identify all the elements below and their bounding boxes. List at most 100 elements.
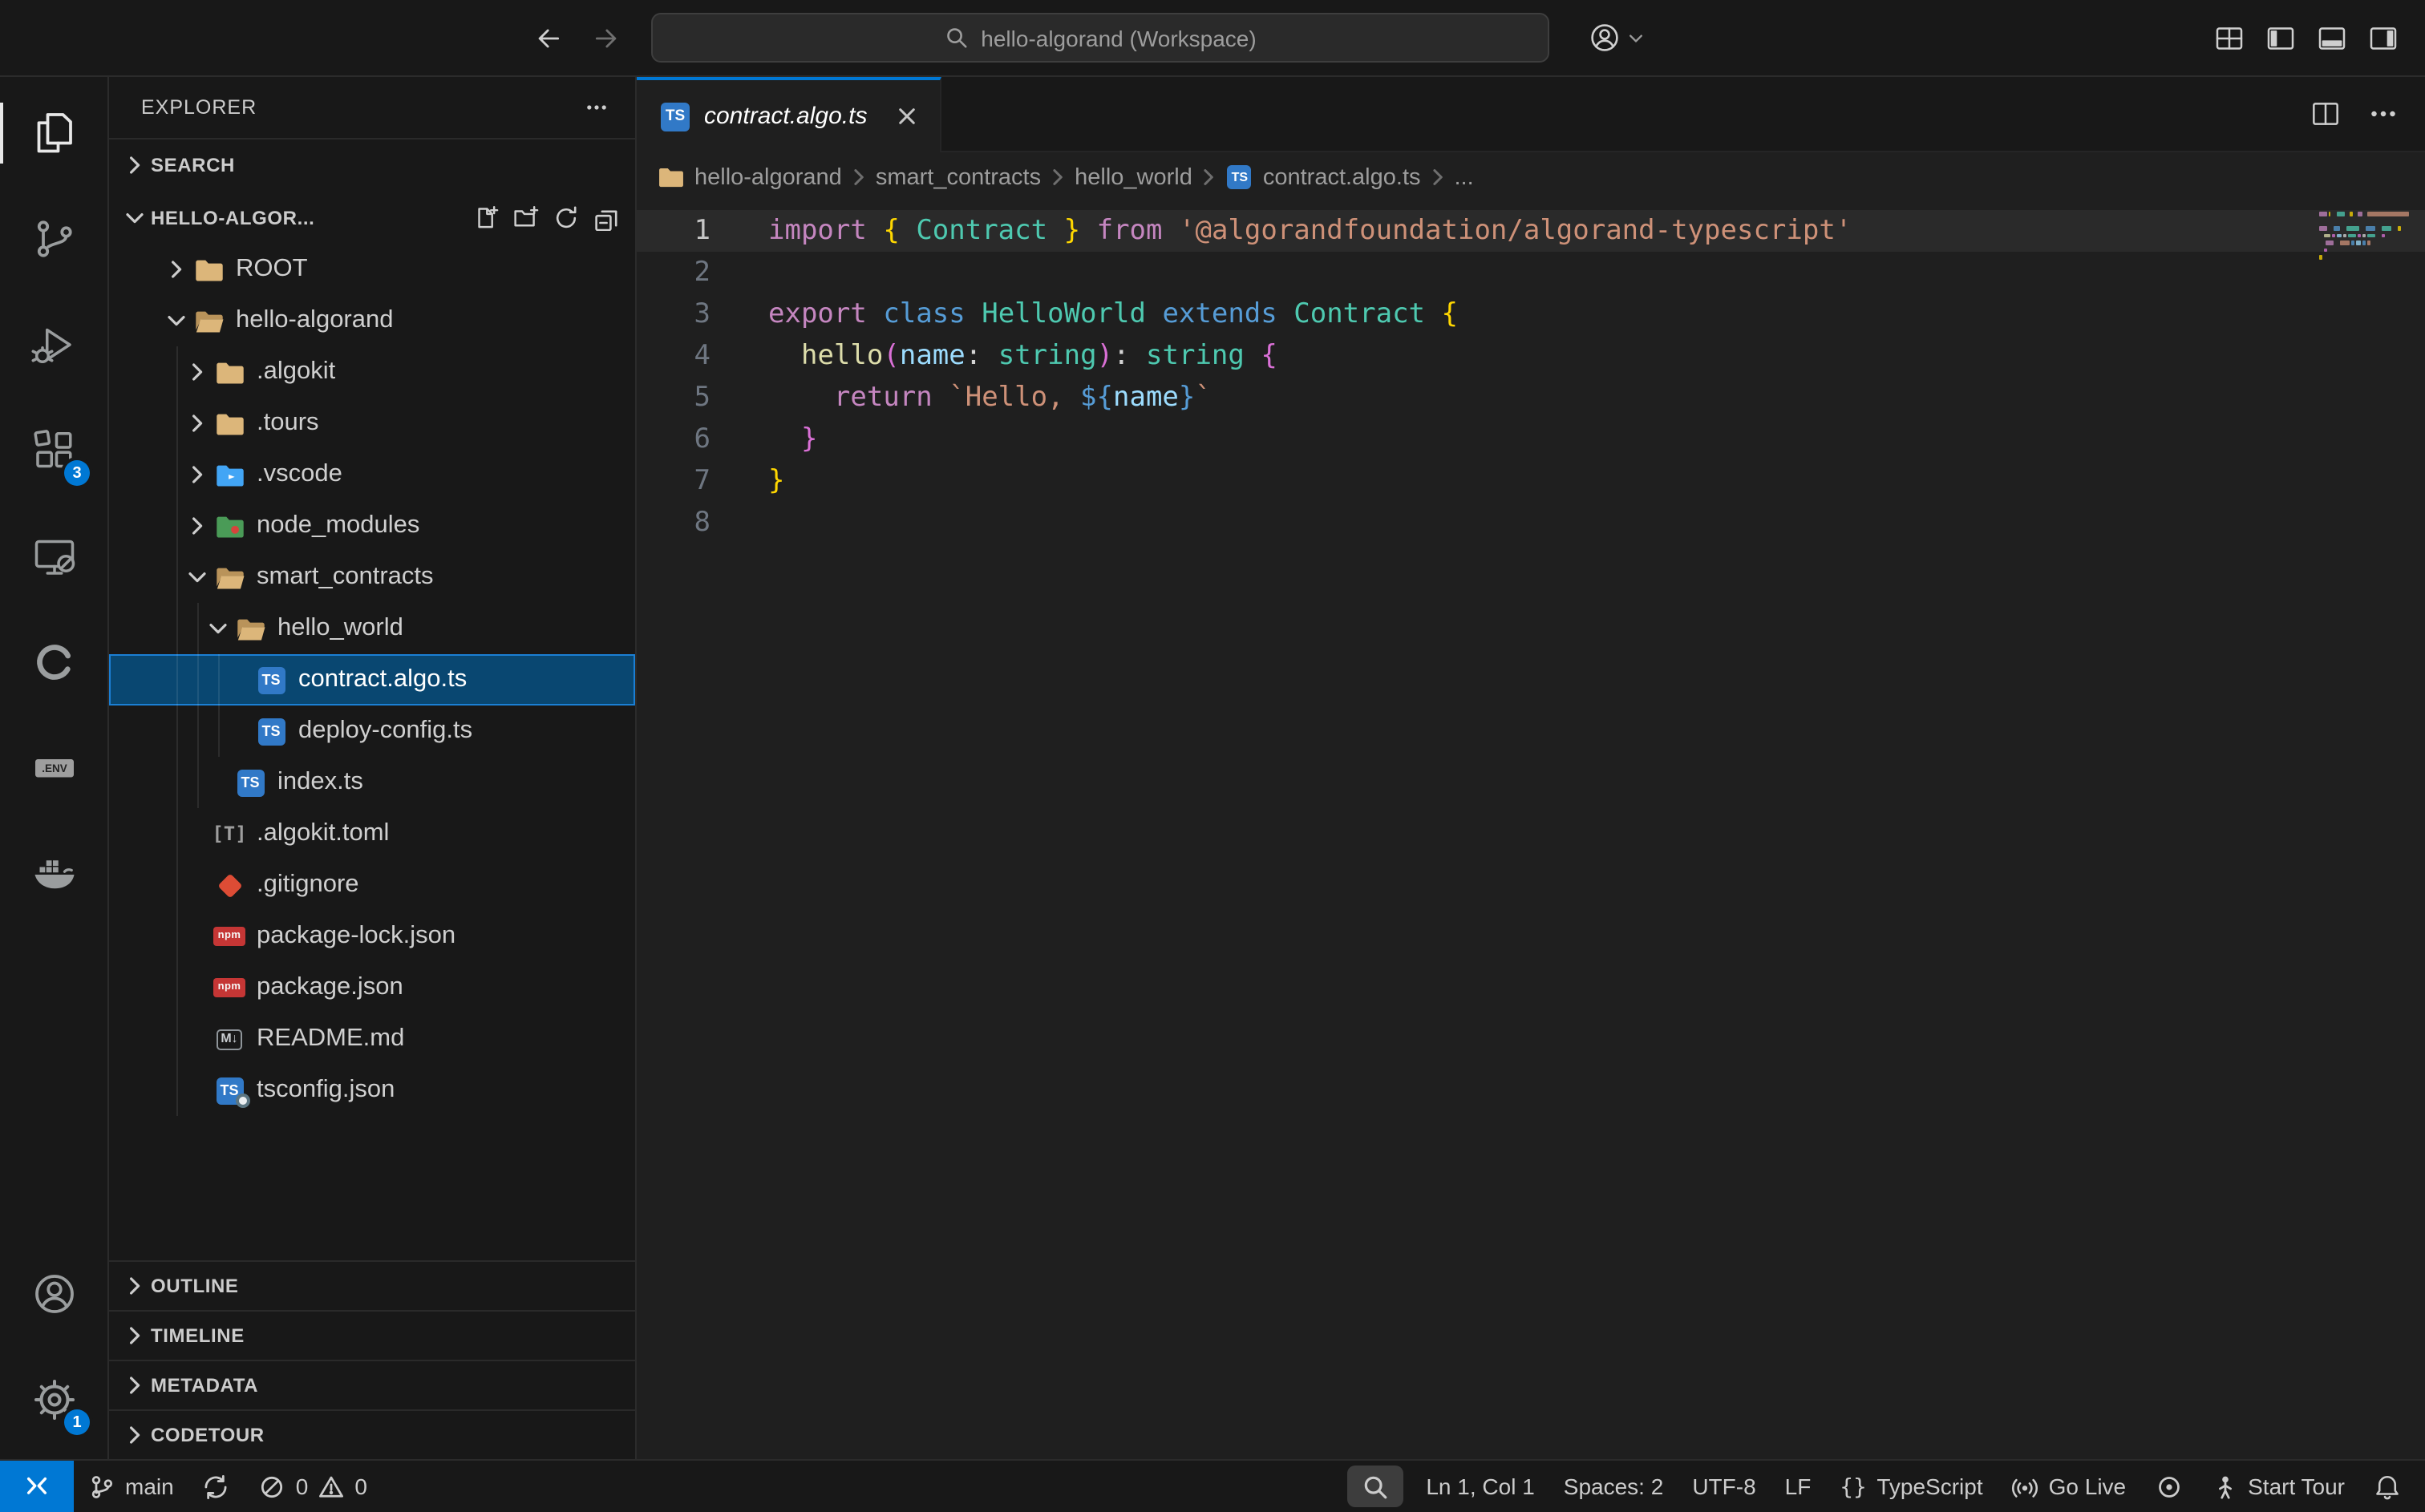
code-editor[interactable]: 1import { Contract } from '@algorandfoun… [637, 202, 2425, 1459]
tree-item[interactable]: .tours [109, 398, 635, 449]
code-token: : [966, 340, 998, 372]
section-metadata[interactable]: METADATA [109, 1360, 635, 1409]
code-line[interactable]: 1import { Contract } from '@algorandfoun… [637, 210, 2425, 252]
history-forward-button[interactable] [577, 12, 635, 63]
toggle-sidebar-icon[interactable] [2265, 22, 2297, 54]
code-text [710, 252, 768, 293]
chevron-spacer [184, 821, 210, 847]
badge: 1 [64, 1409, 90, 1435]
tree-item[interactable]: TStsconfig.json [109, 1065, 635, 1116]
command-center-search[interactable]: hello-algorand (Workspace) [651, 13, 1549, 63]
history-back-button[interactable] [520, 12, 577, 63]
close-icon[interactable] [893, 103, 920, 130]
activity-dotenv[interactable]: .ENV [0, 715, 107, 821]
line-number: 4 [637, 335, 710, 377]
warning-icon [318, 1473, 345, 1500]
activity-explorer[interactable] [0, 80, 107, 186]
status-extension-status[interactable] [2140, 1461, 2196, 1512]
chevron-right-icon [184, 359, 210, 385]
minimap-token [2361, 226, 2364, 230]
code-line[interactable]: 8 [637, 502, 2425, 544]
status-language-mode[interactable]: {}TypeScript [1825, 1461, 1997, 1512]
breadcrumb-label: hello_world [1075, 164, 1192, 190]
folder-open-icon [213, 563, 245, 592]
collapse-all-icon[interactable] [593, 204, 619, 230]
section-search[interactable]: SEARCH [109, 138, 635, 191]
minimap-token [2382, 233, 2385, 237]
breadcrumb-item[interactable]: TScontract.algo.ts [1226, 163, 1421, 192]
tree-item[interactable]: TSindex.ts [109, 757, 635, 808]
code-text: export class HelloWorld extends Contract… [710, 293, 1458, 335]
minimap-token [2343, 233, 2346, 237]
refresh-icon[interactable] [553, 204, 579, 230]
code-line[interactable]: 5 return `Hello, ${name}` [637, 377, 2425, 418]
tree-item[interactable]: TSdeploy-config.ts [109, 705, 635, 757]
code-line[interactable]: 4 hello(name: string): string { [637, 335, 2425, 377]
toggle-panel-icon[interactable] [2316, 22, 2348, 54]
tree-item[interactable]: node_modules [109, 500, 635, 552]
tree-item[interactable]: ROOT [109, 244, 635, 295]
code-text: import { Contract } from '@algorandfound… [710, 210, 1852, 252]
section-outline[interactable]: OUTLINE [109, 1260, 635, 1310]
tree-item[interactable]: hello-algorand [109, 295, 635, 346]
remote-indicator-button[interactable] [0, 1461, 74, 1512]
tree-item[interactable]: TScontract.algo.ts [109, 654, 635, 705]
status-notifications[interactable] [2359, 1461, 2415, 1512]
section-timeline[interactable]: TIMELINE [109, 1310, 635, 1360]
status-eol[interactable]: LF [1771, 1461, 1826, 1512]
activity-source-control[interactable] [0, 186, 107, 292]
code-line[interactable]: 2 [637, 252, 2425, 293]
tree-item[interactable]: .algokit [109, 346, 635, 398]
toggle-secondary-sidebar-icon[interactable] [2367, 22, 2399, 54]
split-editor-icon[interactable] [2310, 98, 2342, 130]
tree-item-label: package.json [257, 973, 403, 1002]
tree-item-label: hello-algorand [236, 306, 394, 335]
activity-remote-explorer[interactable] [0, 503, 107, 609]
section-codetour[interactable]: CODETOUR [109, 1409, 635, 1459]
code-line[interactable]: 7} [637, 460, 2425, 502]
more-actions-icon[interactable] [2367, 98, 2399, 130]
customize-layout-icon[interactable] [2213, 22, 2245, 54]
status-cursor-position[interactable]: Ln 1, Col 1 [1411, 1461, 1549, 1512]
folder-open-icon [192, 306, 225, 335]
workspace-header[interactable]: HELLO-ALGOR... [109, 191, 635, 244]
status-encoding[interactable]: UTF-8 [1678, 1461, 1770, 1512]
tree-item[interactable]: [T].algokit.toml [109, 808, 635, 859]
code-line[interactable]: 3export class HelloWorld extends Contrac… [637, 293, 2425, 335]
activity-settings[interactable]: 1 [0, 1347, 107, 1453]
new-folder-icon[interactable] [513, 204, 539, 230]
minimap[interactable] [2319, 212, 2409, 266]
status-go-live[interactable]: Go Live [1998, 1461, 2141, 1512]
breadcrumb-item[interactable]: hello_world [1075, 164, 1192, 190]
breadcrumb-item[interactable]: smart_contracts [876, 164, 1041, 190]
code-line[interactable]: 6 } [637, 418, 2425, 460]
tree-item[interactable]: .gitignore [109, 859, 635, 911]
status-indentation[interactable]: Spaces: 2 [1549, 1461, 1678, 1512]
tab-contract-algo-ts[interactable]: TS contract.algo.ts [637, 77, 941, 152]
activity-algokit[interactable] [0, 609, 107, 715]
activity-docker[interactable] [0, 821, 107, 927]
tree-item[interactable]: smart_contracts [109, 552, 635, 603]
tree-item[interactable]: npmpackage-lock.json [109, 911, 635, 962]
tree-item-label: .gitignore [257, 871, 359, 900]
status-zoom[interactable] [1347, 1466, 1403, 1507]
code-token [1047, 215, 1064, 247]
tree-item[interactable]: M↓README.md [109, 1013, 635, 1065]
tree-item[interactable]: npmpackage.json [109, 962, 635, 1013]
profile-button[interactable] [1588, 21, 1646, 55]
new-file-icon[interactable] [473, 204, 499, 230]
activity-accounts[interactable] [0, 1241, 107, 1347]
tree-item[interactable]: hello_world [109, 603, 635, 654]
activity-extensions[interactable]: 3 [0, 398, 107, 503]
status-branch[interactable]: main [74, 1461, 188, 1512]
more-actions-icon[interactable] [584, 95, 609, 120]
breadcrumb-item[interactable]: ... [1455, 164, 1474, 190]
breadcrumb-item[interactable]: hello-algorand [658, 163, 842, 192]
tree-item[interactable]: .vscode [109, 449, 635, 500]
status-codetour[interactable]: Start Tour [2196, 1461, 2359, 1512]
code-token: } [768, 465, 785, 497]
activity-run-debug[interactable] [0, 292, 107, 398]
status-sync[interactable] [188, 1461, 245, 1512]
chevron-right-icon [1197, 165, 1221, 189]
status-problems[interactable]: 00 [245, 1461, 382, 1512]
